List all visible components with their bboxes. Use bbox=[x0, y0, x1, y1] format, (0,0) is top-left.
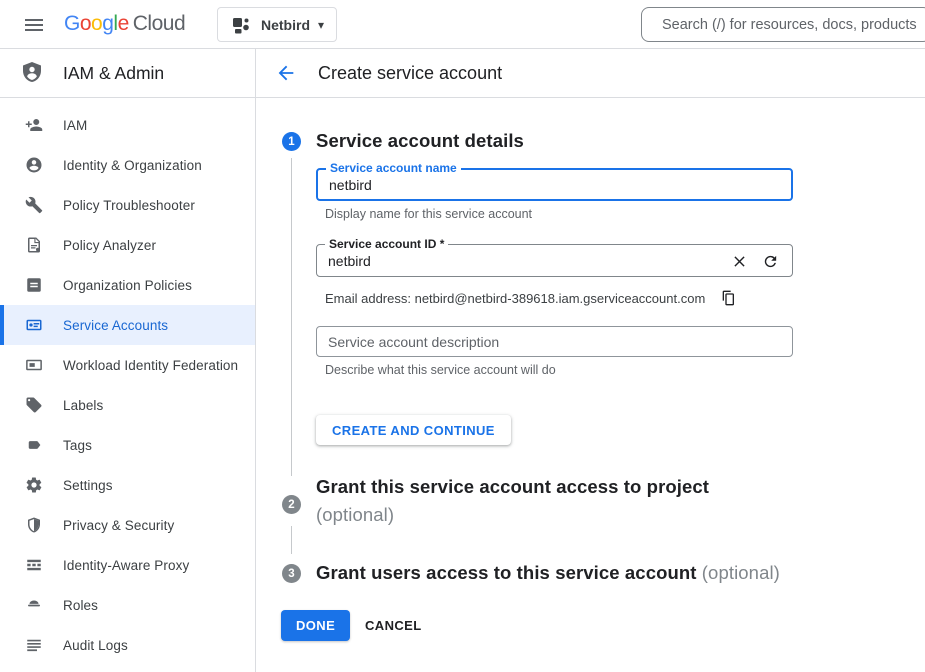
page-header: Create service account bbox=[256, 49, 925, 98]
done-button[interactable]: DONE bbox=[281, 610, 350, 641]
sidebar-item-settings[interactable]: Settings bbox=[0, 465, 255, 505]
sidebar-item-identity-organization[interactable]: Identity & Organization bbox=[0, 145, 255, 185]
step-connector bbox=[291, 526, 292, 554]
logo-letter: g bbox=[102, 12, 113, 35]
sidebar-item-privacy-security[interactable]: Privacy & Security bbox=[0, 505, 255, 545]
service-account-id-field: Service account ID * bbox=[316, 244, 793, 277]
step-2-optional-text: (optional) bbox=[316, 501, 709, 529]
step-connector bbox=[291, 158, 292, 476]
policy-analyzer-icon bbox=[25, 236, 43, 254]
org-policies-icon bbox=[25, 276, 43, 294]
sidebar-item-label: Workload Identity Federation bbox=[63, 358, 238, 373]
sidebar-item-label: IAM bbox=[63, 118, 87, 133]
sidebar-item-label: Policy Analyzer bbox=[63, 238, 156, 253]
step-1-title: Service account details bbox=[316, 130, 524, 152]
page-title: Create service account bbox=[318, 63, 502, 84]
service-account-description-field bbox=[316, 326, 793, 357]
chevron-down-icon: ▾ bbox=[318, 18, 324, 32]
cancel-button[interactable]: CANCEL bbox=[357, 610, 430, 641]
back-arrow-icon[interactable] bbox=[275, 62, 297, 84]
sidebar-item-label: Identity & Organization bbox=[63, 158, 202, 173]
google-cloud-logo: GoogleCloud bbox=[64, 12, 185, 36]
gear-icon bbox=[25, 476, 43, 494]
sidebar-nav: IAM Identity & Organization Policy Troub… bbox=[0, 98, 256, 672]
roles-icon bbox=[25, 596, 43, 614]
wrench-icon bbox=[25, 196, 43, 214]
logo-letter: e bbox=[118, 12, 129, 35]
description-helper-text: Describe what this service account will … bbox=[325, 363, 556, 377]
sidebar-item-labels[interactable]: Labels bbox=[0, 385, 255, 425]
iam-admin-shield-icon bbox=[20, 60, 44, 86]
step-3-title-text: Grant users access to this service accou… bbox=[316, 562, 697, 583]
service-accounts-icon bbox=[25, 316, 43, 334]
sidebar-item-label: Audit Logs bbox=[63, 638, 128, 653]
label-icon bbox=[25, 396, 43, 414]
sidebar-item-organization-policies[interactable]: Organization Policies bbox=[0, 265, 255, 305]
sidebar-item-policy-analyzer[interactable]: Policy Analyzer bbox=[0, 225, 255, 265]
product-header: IAM & Admin bbox=[0, 49, 256, 98]
refresh-icon[interactable] bbox=[762, 253, 779, 270]
sidebar-item-iam[interactable]: IAM bbox=[0, 105, 255, 145]
person-add-icon bbox=[25, 116, 43, 134]
step-1-badge: 1 bbox=[282, 132, 301, 151]
step-2-title: Grant this service account access to pro… bbox=[316, 473, 709, 529]
sidebar-item-label: Policy Troubleshooter bbox=[63, 198, 195, 213]
identity-icon bbox=[25, 156, 43, 174]
sidebar-item-roles[interactable]: Roles bbox=[0, 585, 255, 625]
project-name: Netbird bbox=[261, 17, 310, 33]
sidebar-item-label: Service Accounts bbox=[63, 318, 168, 333]
product-title: IAM & Admin bbox=[63, 63, 164, 84]
sidebar-item-policy-troubleshooter[interactable]: Policy Troubleshooter bbox=[0, 185, 255, 225]
logo-letter: G bbox=[64, 12, 80, 35]
iap-icon bbox=[25, 556, 43, 574]
sidebar-item-identity-aware-proxy[interactable]: Identity-Aware Proxy bbox=[0, 545, 255, 585]
sidebar-item-tags[interactable]: Tags bbox=[0, 425, 255, 465]
name-helper-text: Display name for this service account bbox=[325, 207, 532, 221]
sidebar-item-label: Tags bbox=[63, 438, 92, 453]
sidebar-item-label: Labels bbox=[63, 398, 103, 413]
sidebar-item-label: Organization Policies bbox=[63, 278, 192, 293]
email-address-row: Email address: netbird@netbird-389618.ia… bbox=[325, 290, 736, 306]
step-3-optional-text: (optional) bbox=[702, 562, 780, 583]
create-and-continue-button[interactable]: CREATE AND CONTINUE bbox=[316, 415, 511, 445]
sidebar-item-label: Roles bbox=[63, 598, 98, 613]
sidebar-item-workload-identity-federation[interactable]: Workload Identity Federation bbox=[0, 345, 255, 385]
logo-letter: o bbox=[80, 12, 91, 35]
tag-icon bbox=[25, 436, 43, 454]
sidebar-item-label: Identity-Aware Proxy bbox=[63, 558, 189, 573]
audit-logs-icon bbox=[25, 636, 43, 654]
shield-half-icon bbox=[25, 516, 43, 534]
step-2-title-text: Grant this service account access to pro… bbox=[316, 476, 709, 497]
clear-x-icon[interactable] bbox=[731, 253, 748, 270]
sidebar-item-audit-logs[interactable]: Audit Logs bbox=[0, 625, 255, 665]
search-bar bbox=[641, 7, 925, 42]
project-grid-icon bbox=[231, 15, 251, 35]
logo-cloud-text: Cloud bbox=[133, 12, 185, 35]
logo-letter: o bbox=[91, 12, 102, 35]
step-3-title: Grant users access to this service accou… bbox=[316, 562, 780, 584]
sidebar-item-label: Privacy & Security bbox=[63, 518, 174, 533]
copy-icon[interactable] bbox=[720, 290, 736, 306]
service-account-name-label: Service account name bbox=[326, 161, 461, 176]
service-account-name-field: Service account name bbox=[316, 168, 793, 201]
top-bar: GoogleCloud Netbird ▾ bbox=[0, 0, 925, 49]
create-service-account-form: 1 Service account details Service accoun… bbox=[257, 98, 925, 672]
search-input[interactable] bbox=[642, 8, 925, 41]
project-selector[interactable]: Netbird ▾ bbox=[217, 7, 337, 42]
service-account-id-label: Service account ID * bbox=[325, 237, 448, 252]
sidebar-item-label: Settings bbox=[63, 478, 113, 493]
workload-identity-icon bbox=[25, 356, 43, 374]
step-3-badge: 3 bbox=[282, 564, 301, 583]
step-2-badge: 2 bbox=[282, 495, 301, 514]
hamburger-menu-icon[interactable] bbox=[22, 13, 46, 37]
sidebar-item-service-accounts[interactable]: Service Accounts bbox=[0, 305, 255, 345]
service-account-description-input[interactable] bbox=[317, 327, 792, 356]
email-address-text: Email address: netbird@netbird-389618.ia… bbox=[325, 291, 705, 306]
